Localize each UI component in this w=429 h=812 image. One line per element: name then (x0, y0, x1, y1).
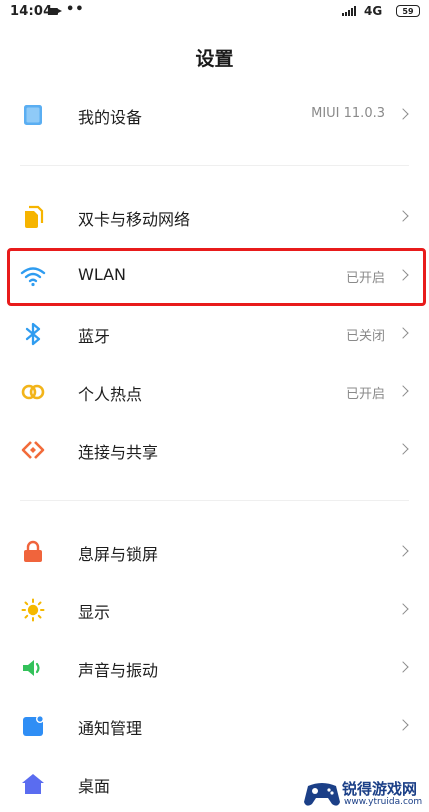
settings-item-bluetooth[interactable]: 蓝牙 已关闭 (0, 306, 429, 362)
page-title: 设置 (195, 48, 234, 70)
settings-item-notifications[interactable]: 通知管理 (0, 698, 429, 754)
section-divider (20, 165, 409, 166)
settings-item-dual-sim[interactable]: 双卡与移动网络 (0, 189, 429, 245)
chevron-right-icon (397, 719, 409, 731)
network-type: 4G (364, 4, 383, 18)
settings-item-my-device[interactable]: 我的设备 MIUI 11.0.3 (0, 87, 429, 143)
home-icon (20, 771, 46, 797)
chevron-right-icon (397, 443, 409, 455)
settings-item-label: 双卡与移动网络 (78, 210, 191, 229)
bluetooth-icon (20, 321, 46, 347)
section-divider (20, 500, 409, 501)
settings-item-value: MIUI 11.0.3 (311, 106, 385, 121)
chevron-right-icon (397, 661, 409, 673)
settings-item-connection-sharing[interactable]: 连接与共享 (0, 422, 429, 478)
chevron-right-icon (397, 545, 409, 557)
lock-icon (20, 539, 46, 565)
status-bar: 14:04 •• 4G 59 (0, 0, 429, 24)
settings-item-label: 桌面 (78, 777, 111, 796)
settings-item-label: 声音与振动 (78, 661, 159, 680)
settings-item-display[interactable]: 显示 (0, 582, 429, 638)
settings-item-label: 我的设备 (78, 108, 143, 127)
settings-item-label: 息屏与锁屏 (78, 545, 159, 564)
settings-item-value: 已关闭 (345, 329, 385, 344)
status-time: 14:04 (10, 4, 53, 19)
device-icon (20, 102, 46, 128)
sim-card-icon (20, 204, 46, 230)
hotspot-icon (20, 379, 46, 405)
chevron-right-icon (397, 385, 409, 397)
status-notification-dots: •• (66, 2, 85, 17)
chevron-right-icon (397, 210, 409, 222)
battery-icon: 59 (396, 5, 420, 17)
chevron-right-icon (397, 327, 409, 339)
watermark-url: www.ytruida.com (344, 797, 423, 807)
speaker-icon (20, 655, 46, 681)
watermark-title: 锐得游戏网 (342, 780, 418, 798)
wlan-highlight-box (7, 248, 426, 306)
chevron-right-icon (397, 603, 409, 615)
settings-item-label: 通知管理 (78, 719, 143, 738)
settings-item-hotspot[interactable]: 个人热点 已开启 (0, 364, 429, 420)
site-watermark: 锐得游戏网 www.ytruida.com (300, 776, 429, 812)
settings-item-sound-vibration[interactable]: 声音与振动 (0, 640, 429, 696)
settings-item-label: 个人热点 (78, 385, 143, 404)
sun-icon (20, 597, 46, 623)
settings-screen: 14:04 •• 4G 59 设置 我的设备 MIUI 11.0.3 双卡与移动… (0, 0, 429, 812)
signal-icon (342, 6, 358, 16)
settings-item-label: 显示 (78, 603, 111, 622)
settings-item-label: 蓝牙 (78, 327, 111, 346)
notification-icon (20, 713, 46, 739)
settings-item-label: 连接与共享 (78, 443, 159, 462)
chevron-right-icon (397, 108, 409, 120)
settings-item-value: 已开启 (345, 387, 385, 402)
settings-item-lock-screen[interactable]: 息屏与锁屏 (0, 524, 429, 580)
video-record-icon (48, 8, 62, 15)
gamepad-logo-icon (304, 783, 340, 806)
share-icon (20, 437, 46, 463)
